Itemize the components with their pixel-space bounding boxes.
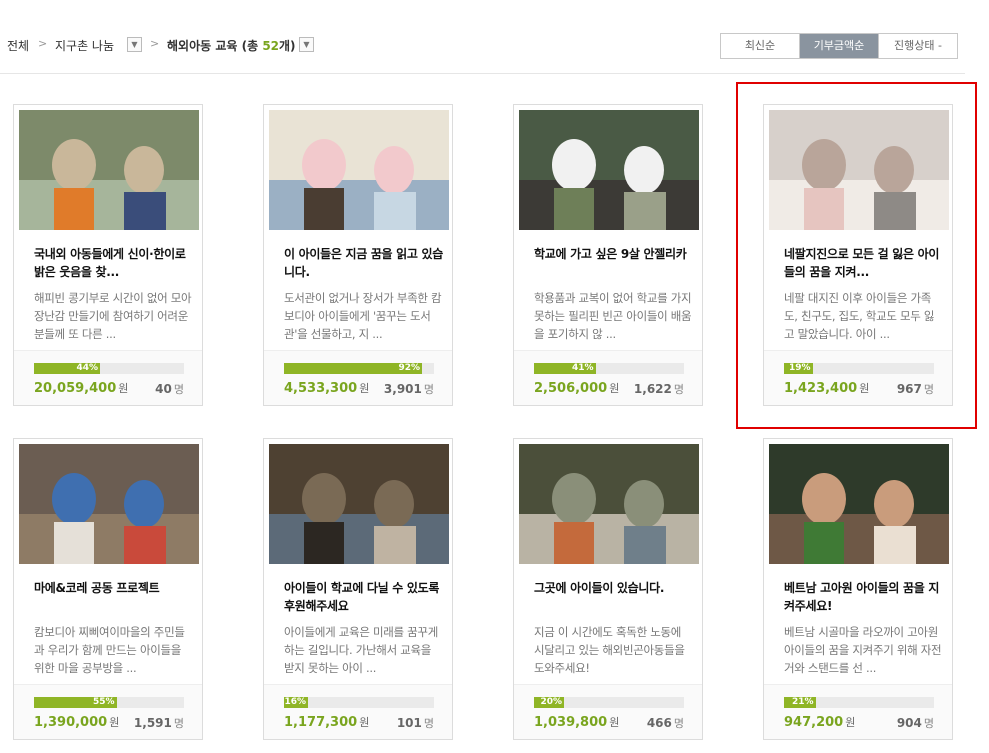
campaign-card[interactable]: 국내외 아동들에게 신이·한이로 밝은 웃음을 찾... 해피빈 콩기부로 시간이… (13, 104, 203, 406)
total-count: 52 (262, 39, 280, 53)
campaign-description: 지금 이 시간에도 혹독한 노동에 시달리고 있는 해외빈곤아동들을 도와주세요… (534, 625, 685, 675)
campaign-photo[interactable] (19, 110, 199, 230)
progress-bar: 20% (534, 697, 684, 708)
campaign-stats: 19% 1,423,400 원 967 명 (764, 350, 952, 405)
sort-status-dropdown[interactable]: 진행상태 - (879, 34, 957, 58)
campaign-photo[interactable] (519, 110, 699, 230)
donor-count: 904 명 (896, 716, 934, 730)
campaign-description: 베트남 시골마을 라오까이 고아원 아이들의 꿈을 지켜주기 위해 자전거와 스… (784, 625, 942, 675)
divider (0, 73, 965, 74)
sort-options: 최신순 기부금액순 진행상태 - (720, 33, 958, 59)
progress-bar: 92% (284, 363, 434, 374)
campaign-title[interactable]: 아이들이 학교에 다닐 수 있도록 후원해주세요 (284, 579, 444, 615)
donation-amount: 1,039,800 원 (534, 715, 620, 730)
breadcrumb-arrow-icon: > (150, 37, 160, 50)
campaign-description: 캄보디아 찌삐여이마을의 주민들과 우리가 함께 만드는 아이들을 위한 마을 … (34, 625, 185, 675)
sort-latest-button[interactable]: 최신순 (721, 34, 800, 58)
progress-bar: 44% (34, 363, 184, 374)
donation-amount: 1,390,000 원 (34, 715, 120, 730)
progress-percent: 44% (76, 363, 98, 373)
campaign-description: 해피빈 콩기부로 시간이 없어 모아장난감 만들기에 참여하기 어려운 분들께 … (34, 291, 192, 341)
progress-percent: 19% (788, 363, 811, 373)
donor-count: 1,622 명 (633, 382, 684, 396)
campaign-stats: 20% 1,039,800 원 466 명 (514, 684, 702, 739)
breadcrumb-current[interactable]: 해외아동 교육 (총 52개) (167, 37, 296, 54)
donor-count: 101 명 (396, 716, 434, 730)
campaign-description: 아이들에게 교육은 미래를 꿈꾸게 하는 길입니다. 가난해서 교육을 받지 못… (284, 625, 438, 675)
donation-amount: 947,200 원 (784, 715, 856, 730)
donor-count: 40 명 (155, 382, 184, 396)
donor-count: 3,901 명 (383, 382, 434, 396)
campaign-card[interactable]: 아이들이 학교에 다닐 수 있도록 후원해주세요아이들에게 교육은 미래를 꿈꾸… (263, 438, 453, 740)
campaign-stats: 41% 2,506,000 원 1,622 명 (514, 350, 702, 405)
campaign-stats: 16% 1,177,300 원 101 명 (264, 684, 452, 739)
progress-percent: 55% (92, 697, 115, 707)
donation-amount: 4,533,300 원 (284, 381, 370, 396)
campaign-title[interactable]: 이 아이들은 지금 꿈을 읽고 있습니다. (284, 245, 444, 281)
campaign-description: 네팔 대지진 이후 아이들은 가족도, 친구도, 집도, 학교도 모두 잃고 말… (784, 291, 935, 341)
campaign-card[interactable]: 마에&코레 공동 프로젝트캄보디아 찌삐여이마을의 주민들과 우리가 함께 만드… (13, 438, 203, 740)
donor-count: 1,591 명 (133, 716, 184, 730)
campaign-photo[interactable] (269, 110, 449, 230)
campaign-description: 학용품과 교복이 없어 학교를 가지 못하는 필리핀 빈곤 아이들이 배움을 포… (534, 291, 692, 341)
campaign-title[interactable]: 베트남 고아원 아이들의 꿈을 지켜주세요! (784, 579, 944, 615)
donation-amount: 1,177,300 원 (284, 715, 370, 730)
progress-percent: 16% (284, 697, 306, 707)
campaign-photo[interactable] (519, 444, 699, 564)
campaign-description: 도서관이 없거나 장서가 부족한 캄보디아 아이들에게 '꿈꾸는 도서관'을 선… (284, 291, 442, 341)
progress-bar: 55% (34, 697, 184, 708)
campaign-card[interactable]: 이 아이들은 지금 꿈을 읽고 있습니다. 도서관이 없거나 장서가 부족한 캄보… (263, 104, 453, 406)
campaign-stats: 44% 20,059,400 원 40 명 (14, 350, 202, 405)
progress-bar: 41% (534, 363, 684, 374)
chevron-down-icon[interactable]: ▼ (299, 37, 314, 52)
campaign-photo[interactable] (19, 444, 199, 564)
progress-percent: 20% (540, 697, 562, 707)
campaign-title[interactable]: 마에&코레 공동 프로젝트 (34, 579, 194, 597)
breadcrumb-arrow-icon: > (38, 37, 48, 50)
campaign-title[interactable]: 국내외 아동들에게 신이·한이로 밝은 웃음을 찾... (34, 245, 194, 281)
progress-percent: 21% (791, 697, 814, 707)
chevron-down-icon[interactable]: ▼ (127, 37, 142, 52)
campaign-title[interactable]: 네팔지진으로 모든 걸 잃은 아이들의 꿈을 지켜... (784, 245, 944, 281)
breadcrumb-all[interactable]: 전체 (7, 37, 29, 54)
campaign-card[interactable]: 그곳에 아이들이 있습니다. 지금 이 시간에도 혹독한 노동에 시달리고 있는 … (513, 438, 703, 740)
breadcrumb-global[interactable]: 지구촌 나눔 (55, 37, 114, 54)
campaign-card[interactable]: 학교에 가고 싶은 9살 안젤리카학용품과 교복이 없어 학교를 가지 못하는 … (513, 104, 703, 406)
progress-bar: 21% (784, 697, 934, 708)
campaign-card[interactable]: 네팔지진으로 모든 걸 잃은 아이들의 꿈을 지켜... 네팔 대지진 이후 아이… (763, 104, 953, 406)
campaign-photo[interactable] (769, 110, 949, 230)
donor-count: 967 명 (896, 382, 934, 396)
donation-amount: 20,059,400 원 (34, 381, 129, 396)
progress-percent: 92% (398, 363, 420, 373)
progress-bar: 16% (284, 697, 434, 708)
sort-amount-button[interactable]: 기부금액순 (800, 34, 879, 58)
campaign-card[interactable]: 베트남 고아원 아이들의 꿈을 지켜주세요! 베트남 시골마을 라오까이 고아원 … (763, 438, 953, 740)
top-bar: 전체 > 지구촌 나눔 ▼ > 해외아동 교육 (총 52개) ▼ 최신순 기부… (0, 0, 989, 74)
campaign-photo[interactable] (269, 444, 449, 564)
campaign-stats: 21% 947,200 원 904 명 (764, 684, 952, 739)
progress-bar: 19% (784, 363, 934, 374)
campaign-photo[interactable] (769, 444, 949, 564)
donor-count: 466 명 (646, 716, 684, 730)
campaign-title[interactable]: 학교에 가고 싶은 9살 안젤리카 (534, 245, 694, 263)
campaign-title[interactable]: 그곳에 아이들이 있습니다. (534, 579, 694, 597)
campaign-stats: 55% 1,390,000 원 1,591 명 (14, 684, 202, 739)
progress-percent: 41% (571, 363, 594, 373)
campaign-stats: 92% 4,533,300 원 3,901 명 (264, 350, 452, 405)
donation-amount: 2,506,000 원 (534, 381, 620, 396)
donation-amount: 1,423,400 원 (784, 381, 870, 396)
